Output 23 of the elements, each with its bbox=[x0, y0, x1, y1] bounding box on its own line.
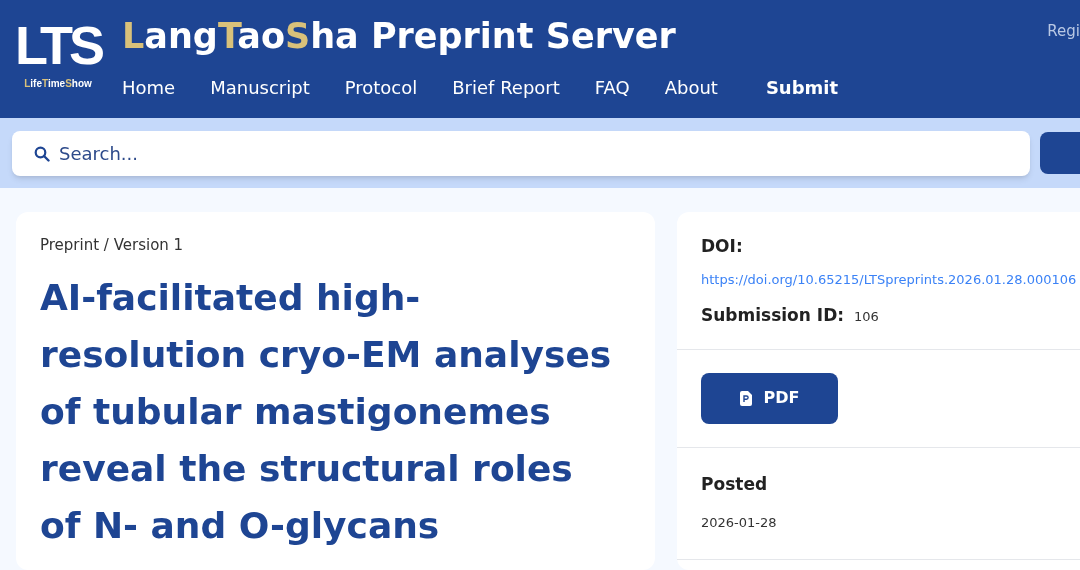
nav-link[interactable]: Brief Report bbox=[452, 74, 560, 101]
nav-link[interactable]: FAQ bbox=[594, 74, 630, 101]
nav-link[interactable]: Protocol bbox=[344, 74, 418, 101]
nav-link[interactable]: Manuscript bbox=[210, 74, 310, 101]
nav-link[interactable]: Home bbox=[122, 74, 176, 101]
search-field[interactable]: Search... bbox=[12, 130, 1030, 176]
nav-link[interactable]: About bbox=[664, 74, 718, 101]
posted-label: Posted bbox=[701, 472, 769, 496]
document-icon bbox=[739, 390, 752, 406]
register-link[interactable]: Regi bbox=[1047, 20, 1080, 43]
submission-label: Submission ID: bbox=[701, 304, 845, 327]
logo-mark: LTS bbox=[15, 18, 101, 72]
posted-date: 2026-01-28 bbox=[701, 514, 778, 532]
pdf-button[interactable]: PDF bbox=[701, 372, 838, 424]
site-title: LangTaoSha Preprint Server bbox=[122, 16, 677, 56]
article-title: AI-facilitated high-resolution cryo-EM analyses of tubular mastigonemes reveal the structural roles of N- and O-glycans bbox=[40, 275, 613, 548]
doi-label: DOI: bbox=[701, 235, 744, 258]
submission-id: 106 bbox=[854, 308, 879, 326]
search-button[interactable] bbox=[1040, 132, 1080, 174]
logo-tagline: LifeTimeShow bbox=[24, 78, 92, 90]
doi-link[interactable]: https://doi.org/10.65215/LTSpreprints.2026.01.28.000106 bbox=[701, 269, 1080, 289]
breadcrumb: Preprint / Version 1 bbox=[40, 235, 185, 256]
nav-link[interactable]: Submit bbox=[765, 74, 839, 101]
